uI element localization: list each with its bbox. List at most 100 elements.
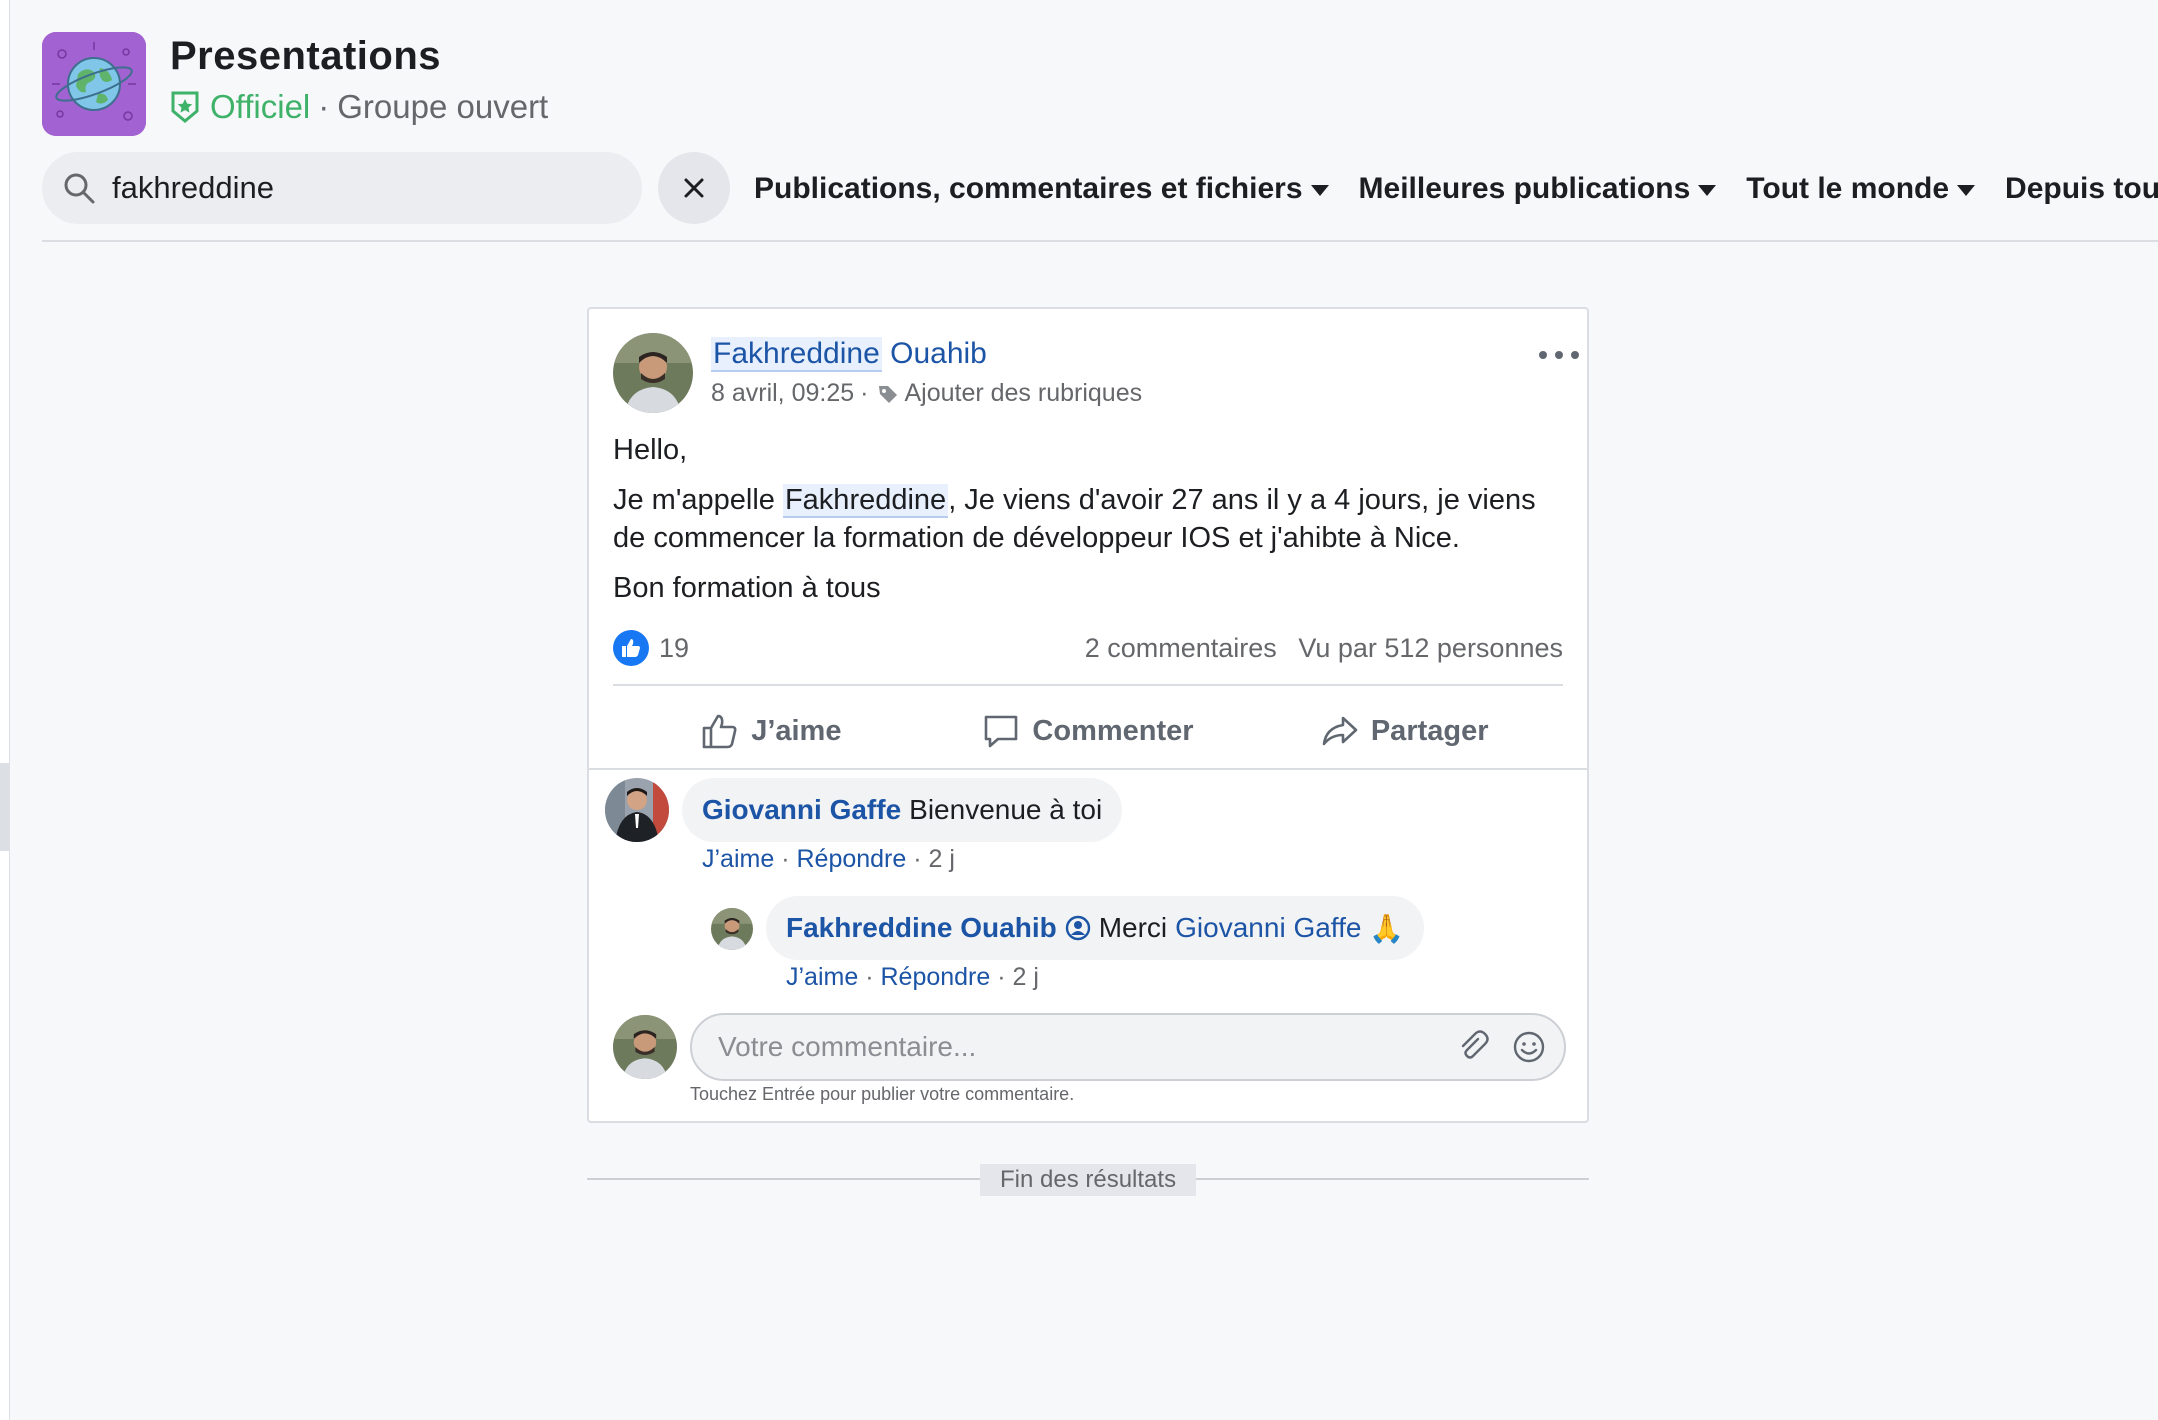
comment-icon [985,715,1018,748]
author-badge-icon [1065,915,1090,941]
like-button[interactable]: J’aime [613,691,930,771]
reply-author-avatar[interactable] [711,908,753,950]
tag-icon [879,385,898,403]
attachment-icon[interactable] [1456,1030,1490,1064]
stats-right: 2 commentaires Vu par 512 personnes [1071,633,1563,664]
comment-like-link[interactable]: J’aime [702,845,774,873]
filter-label: Meilleures publications [1358,172,1691,205]
search-input[interactable] [110,169,594,207]
official-label: Officiel [210,88,311,125]
group-logo[interactable] [42,32,146,136]
official-badge-icon [171,91,199,123]
search-box[interactable] [42,152,642,224]
search-icon [64,173,95,204]
composer-hint: Touchez Entrée pour publier votre commen… [690,1084,1075,1104]
filter-sort[interactable]: Meilleures publications [1359,172,1717,206]
post-meta: 8 avril, 09:25 · Ajouter des rubriques [711,379,1142,408]
thumbs-up-icon [622,639,640,657]
divider [589,768,1587,770]
avatar-photo [613,1015,677,1079]
post-stats: 19 2 commentaires Vu par 512 personnes [613,627,1563,669]
filter-label: Publications, commentaires et fichiers [754,172,1303,205]
globe-icon [42,32,146,136]
comment-button[interactable]: Commenter [930,691,1247,771]
comment-reply-link[interactable]: Répondre [796,845,906,873]
avatar-photo [605,778,669,842]
author-avatar[interactable] [613,333,693,413]
dot [1555,351,1563,359]
caret-down-icon [1957,184,1976,196]
reply-like-link[interactable]: J’aime [786,963,858,991]
post-actions: J’aime Commenter Partager [613,691,1563,771]
comment-bubble: Giovanni Gaffe Bienvenue à toi [682,778,1123,842]
comment-composer[interactable] [690,1013,1566,1081]
separator: · [865,963,874,991]
separator: · [318,88,330,125]
avatar-photo [613,333,693,413]
comment-author[interactable]: Giovanni Gaffe [702,794,901,826]
reply-author[interactable]: Fakhreddine Ouahib [786,912,1057,944]
separator: · [997,963,1006,991]
seen-by[interactable]: Vu par 512 personnes [1298,633,1563,663]
comment-text: Bienvenue à toi [909,794,1103,825]
share-label: Partager [1370,714,1489,747]
share-button[interactable]: Partager [1246,691,1563,771]
composer-avatar [613,1015,677,1079]
filter-content-type[interactable]: Publications, commentaires et fichiers [754,172,1329,206]
author-last-name: Ouahib [890,337,987,370]
like-label: J’aime [751,714,842,747]
post-paragraph-intro: Je m'appelle Fakhreddine, Je viens d'avo… [613,481,1563,557]
header-divider [42,240,2158,242]
group-privacy: Groupe ouvert [337,88,549,125]
clear-search-button[interactable] [658,152,730,224]
left-rail [0,0,10,1420]
post-line-closing: Bon formation à tous [613,572,881,604]
separator: · [781,845,790,873]
dot [1571,351,1579,359]
reply-bubble: Fakhreddine Ouahib Merci Giovanni Gaffe … [766,896,1425,960]
divider [613,684,1563,686]
comment-age[interactable]: 2 j [929,845,955,873]
reply-text: Merci [1098,912,1168,943]
search-highlight: Fakhreddine [711,337,882,372]
filter-author[interactable]: Tout le monde [1746,172,1976,206]
composer-tools [1434,1030,1546,1064]
comment-label: Commenter [1032,714,1194,747]
filter-date[interactable]: Depuis toujours [2005,172,2158,206]
commenter-avatar[interactable] [605,778,669,842]
avatar-photo [711,908,753,950]
group-title[interactable]: Presentations [170,34,441,79]
comment-actions: J’aime · Répondre · 2 j [702,845,955,874]
dot [1539,351,1547,359]
reply-actions: J’aime · Répondre · 2 j [786,963,1039,992]
add-topics-link[interactable]: Ajouter des rubriques [904,379,1142,408]
comment-input[interactable] [716,1030,1410,1064]
filter-label: Tout le monde [1746,172,1950,205]
comment-count[interactable]: 2 commentaires [1085,633,1277,663]
separator: · [860,379,869,407]
caret-down-icon [1310,184,1329,196]
like-count[interactable]: 19 [659,633,689,664]
reply-reply-link[interactable]: Répondre [880,963,990,991]
filter-bar: Publications, commentaires et fichiers M… [754,168,2158,210]
separator: · [913,845,922,873]
thumbs-up-icon [702,714,737,749]
post-text: Je m'appelle [613,484,783,516]
share-icon [1322,716,1358,746]
post-card: Fakhreddine Ouahib 8 avril, 09:25 · Ajou… [587,307,1589,1123]
group-subtitle: Officiel · Groupe ouvert [170,88,548,126]
post-line-greeting: Hello, [613,434,688,466]
reply-age[interactable]: 2 j [1013,963,1039,991]
reply-mention[interactable]: Giovanni Gaffe [1175,912,1361,944]
sidebar-collapse-handle[interactable] [0,763,9,851]
close-icon [684,178,704,198]
emoji-icon[interactable] [1512,1030,1546,1064]
praying-hands-emoji: 🙏 [1369,912,1405,944]
filter-label: Depuis toujours [2005,172,2158,205]
caret-down-icon [1698,184,1717,196]
post-author-name[interactable]: Fakhreddine Ouahib [711,337,987,372]
post-timestamp[interactable]: 8 avril, 09:25 [711,379,854,408]
like-reaction-icon[interactable] [613,630,649,666]
search-highlight: Fakhreddine [782,484,949,518]
more-options-button[interactable] [1539,347,1579,363]
